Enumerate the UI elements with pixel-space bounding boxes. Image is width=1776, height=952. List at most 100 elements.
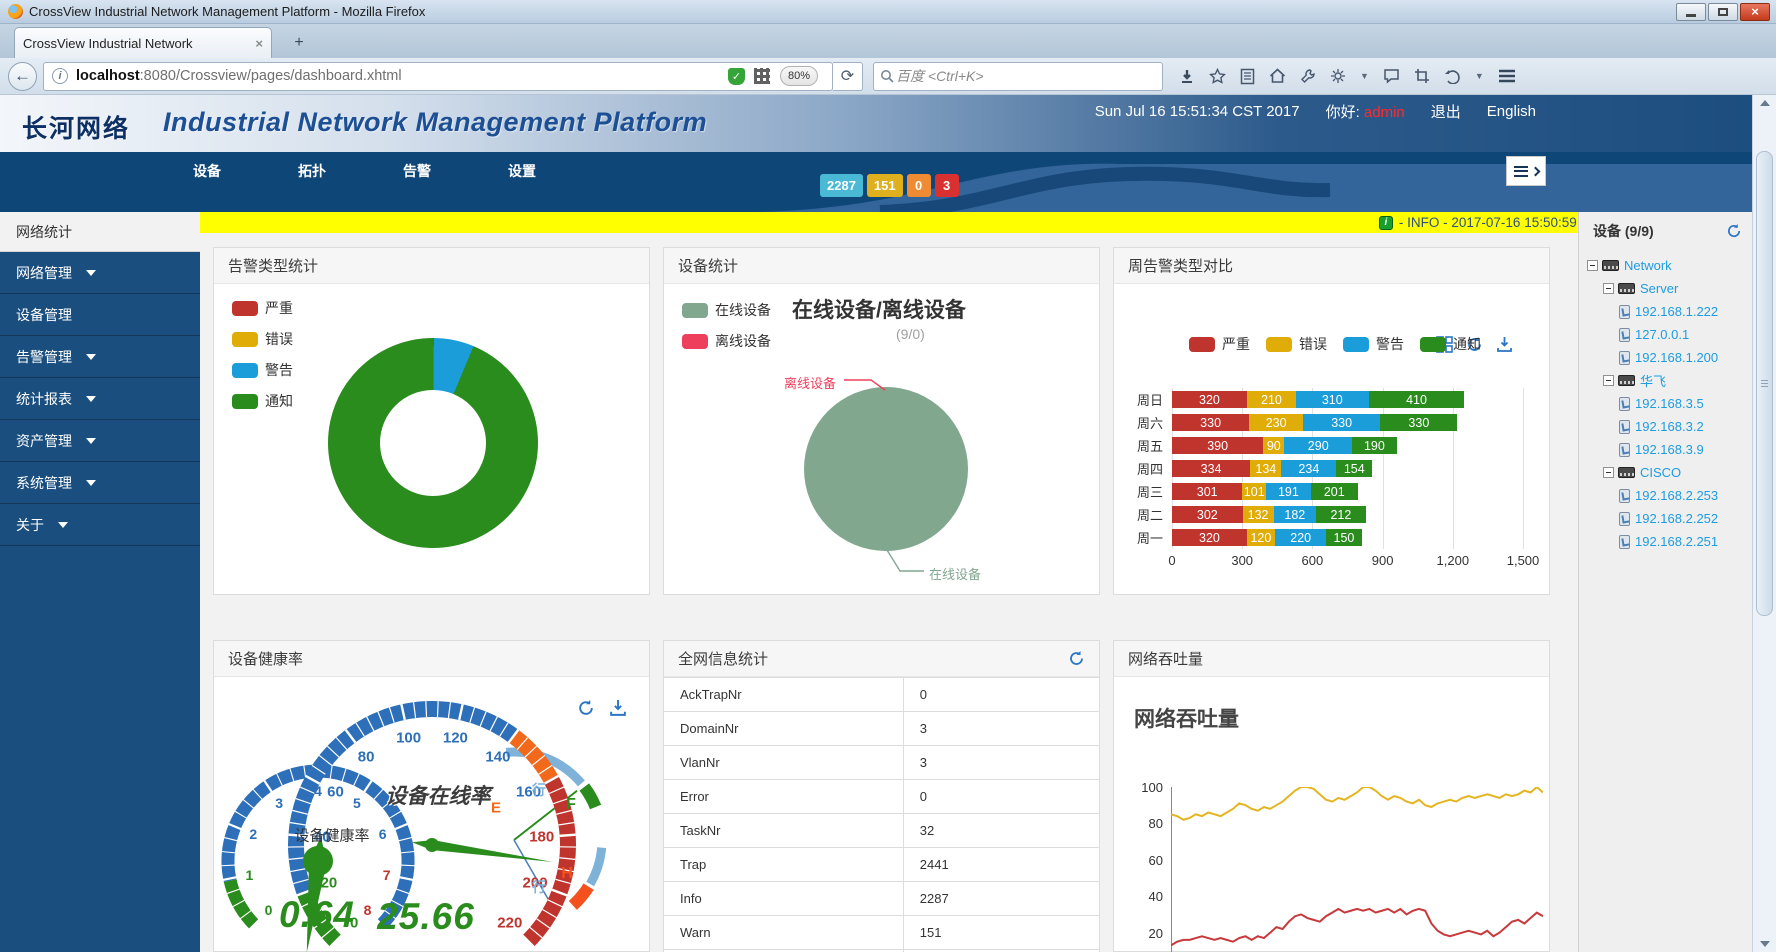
tree-collapse-icon[interactable] xyxy=(1587,260,1598,271)
refresh-icon[interactable] xyxy=(1726,223,1742,239)
bookmark-star-icon[interactable] xyxy=(1209,68,1226,85)
tree-node[interactable]: 华飞 xyxy=(1585,369,1752,392)
tree-node-label[interactable]: 127.0.0.1 xyxy=(1635,327,1689,342)
plugin-icon[interactable] xyxy=(1330,68,1346,84)
tree-node-label[interactable]: 192.168.3.9 xyxy=(1635,442,1704,457)
bookmarks-list-icon[interactable] xyxy=(1240,68,1255,85)
browser-scrollbar[interactable] xyxy=(1752,95,1776,952)
tree-node-label[interactable]: 192.168.3.2 xyxy=(1635,419,1704,434)
url-field[interactable]: i localhost:8080/Crossview/pages/dashboa… xyxy=(43,62,833,91)
tree-node-label[interactable]: 192.168.1.200 xyxy=(1635,350,1718,365)
tree-node[interactable]: 192.168.2.253 xyxy=(1585,484,1752,507)
legend-item[interactable]: 警告 xyxy=(232,360,293,380)
nav-item-4[interactable]: 设置 xyxy=(482,158,562,184)
home-icon[interactable] xyxy=(1269,68,1286,84)
search-box[interactable] xyxy=(873,62,1163,91)
language-link[interactable]: English xyxy=(1487,103,1536,120)
alarm-badge-3[interactable]: 0 xyxy=(907,174,931,197)
developer-wrench-icon[interactable] xyxy=(1300,68,1316,84)
tree-node[interactable]: 192.168.3.9 xyxy=(1585,438,1752,461)
close-button[interactable]: × xyxy=(1740,3,1770,21)
browser-tab[interactable]: CrossView Industrial Network × xyxy=(14,27,272,58)
legend-item[interactable]: 错误 xyxy=(1266,334,1327,354)
tree-node-label[interactable]: CISCO xyxy=(1640,465,1681,480)
undo-caret-icon[interactable]: ▼ xyxy=(1475,71,1484,81)
tree-node[interactable]: 192.168.3.5 xyxy=(1585,392,1752,415)
device-icon xyxy=(1619,305,1630,319)
table-cell-key: Trap xyxy=(664,848,903,882)
tree-node[interactable]: Network xyxy=(1585,254,1752,277)
reload-button[interactable]: ⟳ xyxy=(833,62,863,91)
tree-node[interactable]: 192.168.1.200 xyxy=(1585,346,1752,369)
tree-node-label[interactable]: 192.168.2.253 xyxy=(1635,488,1718,503)
company-logo: 长河网络 xyxy=(22,109,130,145)
maximize-button[interactable] xyxy=(1708,3,1738,21)
legend-item[interactable]: 严重 xyxy=(232,298,293,318)
sidebar-item[interactable]: 统计报表 xyxy=(0,378,200,420)
back-button[interactable]: ← xyxy=(8,62,37,91)
tree-node-label[interactable]: 192.168.1.222 xyxy=(1635,304,1718,319)
legend-item[interactable]: 警告 xyxy=(1343,334,1404,354)
downloads-icon[interactable] xyxy=(1179,68,1195,84)
table-cell-key: Error xyxy=(664,780,903,814)
logout-link[interactable]: 退出 xyxy=(1431,101,1461,122)
alarm-badge-4[interactable]: 3 xyxy=(935,174,959,197)
download-icon[interactable] xyxy=(1496,336,1513,353)
dropdown-caret-icon[interactable]: ▼ xyxy=(1360,71,1369,81)
refresh-icon[interactable] xyxy=(1068,650,1085,667)
shield-icon[interactable]: ✓ xyxy=(728,68,745,85)
tree-node-label[interactable]: 192.168.3.5 xyxy=(1635,396,1704,411)
legend-item[interactable]: 严重 xyxy=(1189,334,1250,354)
sidebar-item[interactable]: 资产管理 xyxy=(0,420,200,462)
chat-bubble-icon[interactable] xyxy=(1383,68,1400,84)
search-input[interactable] xyxy=(894,67,1156,85)
alarm-badge-1[interactable]: 2287 xyxy=(820,174,863,197)
tree-node[interactable]: CISCO xyxy=(1585,461,1752,484)
sidebar-item[interactable]: 设备管理 xyxy=(0,294,200,336)
tree-node[interactable]: 192.168.2.252 xyxy=(1585,507,1752,530)
qr-icon[interactable] xyxy=(754,68,770,84)
menu-hamburger-icon[interactable] xyxy=(1498,69,1516,83)
legend-item[interactable]: 错误 xyxy=(232,329,293,349)
alarm-badge-2[interactable]: 151 xyxy=(867,174,903,197)
sidebar-item[interactable]: 网络统计 xyxy=(0,212,200,252)
tree-collapse-icon[interactable] xyxy=(1603,375,1614,386)
chevron-down-icon xyxy=(86,354,96,360)
tree-collapse-icon[interactable] xyxy=(1603,467,1614,478)
nav-item-1[interactable]: 设备 xyxy=(167,158,247,184)
tree-node[interactable]: 127.0.0.1 xyxy=(1585,323,1752,346)
scroll-down-arrow[interactable] xyxy=(1753,936,1776,952)
tree-node[interactable]: 192.168.1.222 xyxy=(1585,300,1752,323)
tree-node-label[interactable]: 192.168.2.252 xyxy=(1635,511,1718,526)
tree-node-label[interactable]: Server xyxy=(1640,281,1678,296)
new-tab-button[interactable]: + xyxy=(286,32,312,54)
scroll-up-arrow[interactable] xyxy=(1753,95,1776,111)
scrollbar-thumb[interactable] xyxy=(1756,151,1773,616)
tree-node-label[interactable]: 华飞 xyxy=(1640,371,1666,390)
tree-node[interactable]: 192.168.2.251 xyxy=(1585,530,1752,553)
sidebar-item[interactable]: 告警管理 xyxy=(0,336,200,378)
tab-close-icon[interactable]: × xyxy=(255,36,263,51)
device-panel-toggle-button[interactable] xyxy=(1506,156,1546,186)
zoom-level-badge[interactable]: 80% xyxy=(780,66,818,86)
tree-node[interactable]: Server xyxy=(1585,277,1752,300)
gauge-value-health: 0.64 xyxy=(279,894,355,936)
tree-node-label[interactable]: 192.168.2.251 xyxy=(1635,534,1718,549)
legend-item[interactable]: 通知 xyxy=(1420,334,1481,354)
nav-item-2[interactable]: 拓扑 xyxy=(272,158,352,184)
page-info-icon[interactable]: i xyxy=(52,68,68,84)
sidebar-item[interactable]: 系统管理 xyxy=(0,462,200,504)
tree-node[interactable]: 192.168.3.2 xyxy=(1585,415,1752,438)
tree-node-label[interactable]: Network xyxy=(1624,258,1672,273)
tree-collapse-icon[interactable] xyxy=(1603,283,1614,294)
url-text[interactable]: localhost:8080/Crossview/pages/dashboard… xyxy=(76,68,723,84)
sidebar-item[interactable]: 关于 xyxy=(0,504,200,546)
sidebar-item[interactable]: 网络管理 xyxy=(0,252,200,294)
panel-device-health: 设备健康率 0204060801001201401601802002200123… xyxy=(213,640,650,952)
minimize-button[interactable] xyxy=(1676,3,1706,21)
nav-item-3[interactable]: 告警 xyxy=(377,158,457,184)
crop-tool-icon[interactable] xyxy=(1414,68,1430,84)
legend-item[interactable]: 通知 xyxy=(232,391,293,411)
sidebar-item-label: 网络管理 xyxy=(16,252,72,294)
undo-icon[interactable] xyxy=(1444,69,1461,84)
